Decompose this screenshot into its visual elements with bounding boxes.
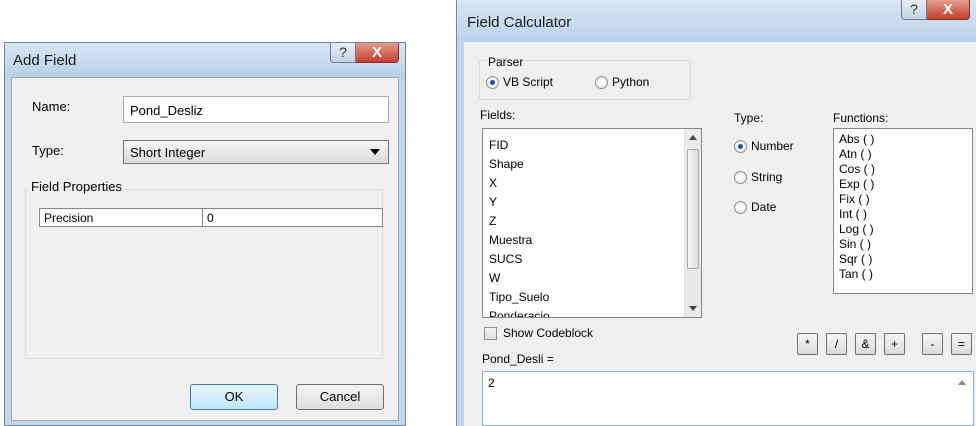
help-icon[interactable]: ? [901,0,927,20]
scroll-down-icon[interactable] [689,306,697,311]
field-calculator-dialog: Field Calculator ? X Parser VB Script Py… [456,0,976,426]
field-item[interactable]: Z [489,214,496,228]
property-name-cell[interactable]: Precision [40,209,203,226]
field-item[interactable]: Muestra [489,233,532,247]
function-item[interactable]: Atn ( ) [839,147,872,161]
expression-value: 2 [488,376,495,390]
type-option-number[interactable]: Number [734,139,794,153]
field-item[interactable]: Shape [489,157,524,171]
type-dropdown-value: Short Integer [130,145,206,160]
function-item[interactable]: Tan ( ) [839,267,873,281]
function-item[interactable]: Exp ( ) [839,177,874,191]
add-field-body: Name: Pond_Desliz Type: Short Integer Fi… [11,77,399,421]
scroll-up-icon[interactable] [689,135,697,140]
chevron-down-icon[interactable] [370,149,380,155]
operator-add-button[interactable]: + [884,333,905,355]
parser-option-python[interactable]: Python [595,75,649,89]
fields-list: FID Shape X Y Z Muestra SUCS W Tipo_Suel… [482,128,702,318]
ok-button[interactable]: OK [190,384,278,410]
operator-divide-button[interactable]: / [826,333,847,355]
function-item[interactable]: Int ( ) [839,207,867,221]
field-calculator-title-bar[interactable]: Field Calculator ? X [457,0,976,42]
field-item[interactable]: SUCS [489,252,522,266]
add-field-title: Add Field [13,52,77,69]
field-item[interactable]: Tipo_Suelo [489,290,549,304]
add-field-window-controls: ? X [330,43,399,63]
field-item[interactable]: X [489,176,497,190]
checkbox-icon[interactable] [484,326,497,340]
field-properties-table: Precision 0 [39,208,383,227]
function-item[interactable]: Abs ( ) [839,132,874,146]
field-item[interactable]: FID [489,138,508,152]
field-calculator-title: Field Calculator [467,14,572,31]
function-item[interactable]: Sin ( ) [839,237,871,251]
operator-equals-button[interactable]: = [951,333,972,355]
field-properties-label: Field Properties [29,179,125,194]
scroll-up-icon[interactable] [958,380,966,385]
type-option-label: Number [751,139,794,153]
scroll-thumb[interactable] [687,149,699,269]
function-item[interactable]: Fix ( ) [839,192,870,206]
type-option-date[interactable]: Date [734,200,776,214]
add-field-dialog: Add Field ? X Name: Pond_Desliz Type: Sh… [4,42,406,426]
operator-concat-button[interactable]: & [855,333,876,355]
function-item[interactable]: Log ( ) [839,222,874,236]
field-item[interactable]: W [489,271,500,285]
function-item[interactable]: Sqr ( ) [839,252,872,266]
add-field-title-bar[interactable]: Add Field ? X [5,43,405,77]
expression-input[interactable]: 2 [482,371,974,426]
type-option-label: Date [751,200,777,214]
function-item[interactable]: Cos ( ) [839,162,875,176]
parser-option-label: Python [612,75,650,89]
type-option-string[interactable]: String [734,170,782,184]
parser-option-vbscript[interactable]: VB Script [486,75,553,89]
close-icon[interactable]: X [356,43,399,63]
show-codeblock-checkbox[interactable]: Show Codeblock [484,326,593,340]
functions-list: Abs ( ) Atn ( ) Cos ( ) Exp ( ) Fix ( ) … [833,128,973,294]
radio-selected-icon[interactable] [486,75,499,89]
radio-unselected-icon[interactable] [734,170,747,184]
field-calculator-body: Parser VB Script Python Fields: FID Shap… [464,42,976,426]
functions-label: Functions: [833,111,889,125]
type-label: Type: [734,111,764,125]
show-codeblock-label: Show Codeblock [503,326,594,340]
operator-subtract-button[interactable]: - [922,333,943,355]
field-item[interactable]: Y [489,195,497,209]
operator-multiply-button[interactable]: * [797,333,818,355]
field-calculator-window-controls: ? X [901,0,970,20]
fields-label: Fields: [480,108,516,122]
parser-label: Parser [486,55,526,69]
parser-option-label: VB Script [503,75,554,89]
expression-label: Pond_Desli = [482,352,554,366]
type-option-label: String [751,170,783,184]
type-dropdown[interactable]: Short Integer [123,140,389,164]
radio-unselected-icon[interactable] [595,75,608,89]
fields-scrollbar[interactable] [684,129,701,317]
property-value-cell[interactable]: 0 [203,209,382,226]
close-icon[interactable]: X [927,0,970,20]
radio-unselected-icon[interactable] [734,200,747,214]
radio-selected-icon[interactable] [734,139,747,153]
name-field[interactable]: Pond_Desliz [123,96,389,123]
help-icon[interactable]: ? [330,43,356,63]
name-label: Name: [32,99,71,114]
cancel-button[interactable]: Cancel [296,384,384,410]
field-item[interactable]: Ponderacio [489,309,550,317]
type-label: Type: [32,143,64,158]
